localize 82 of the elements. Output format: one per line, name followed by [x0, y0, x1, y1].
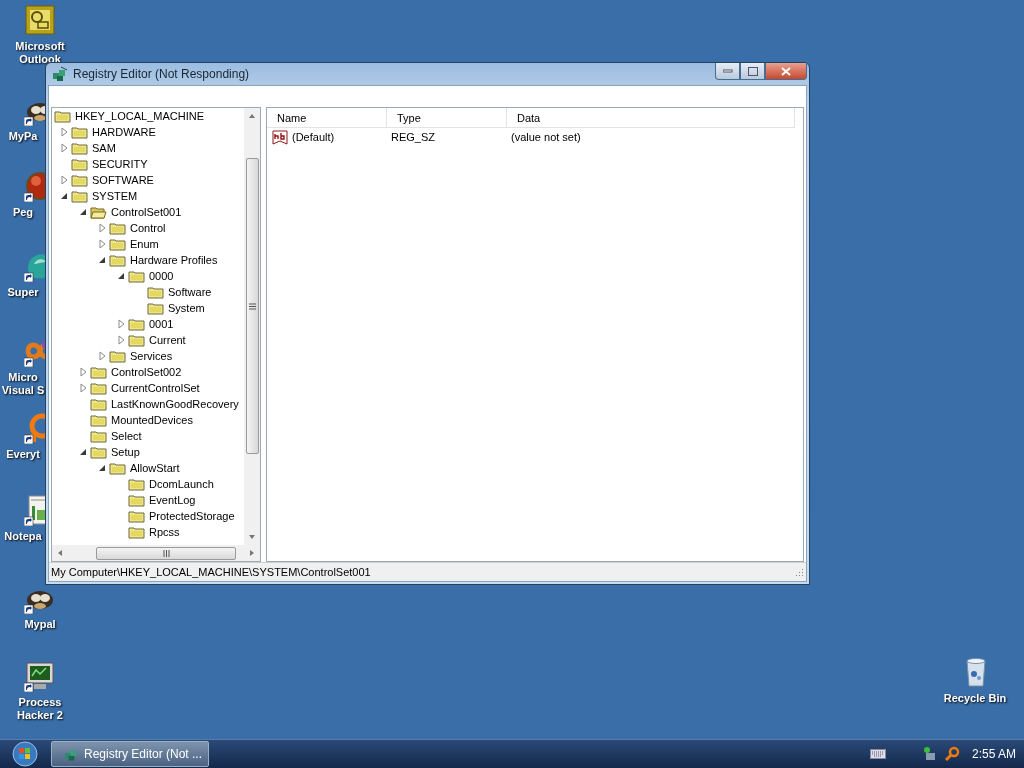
maximize-icon — [747, 66, 758, 76]
tree-item[interactable]: MountedDevices — [109, 414, 195, 426]
horizontal-scrollbar[interactable] — [52, 545, 260, 561]
search-icon[interactable] — [943, 746, 960, 762]
minimize-button[interactable] — [715, 63, 740, 80]
expand-arrow-icon[interactable] — [97, 351, 107, 361]
desktop-icon-label[interactable]: Micro Visual S — [0, 371, 46, 397]
close-button[interactable] — [765, 63, 807, 80]
desktop-icon-label[interactable]: Mypal — [0, 618, 80, 631]
expand-arrow-icon[interactable] — [97, 223, 107, 233]
tree-item[interactable]: HKEY_LOCAL_MACHINE — [73, 110, 206, 122]
clock: 2:55 AM — [971, 747, 1016, 761]
tree-item[interactable]: Rpcss — [147, 526, 182, 538]
collapse-arrow-icon[interactable] — [78, 207, 88, 217]
collapse-arrow-icon[interactable] — [97, 463, 107, 473]
collapse-arrow-icon[interactable] — [59, 191, 69, 201]
collapse-arrow-icon[interactable] — [97, 255, 107, 265]
desktop-icon-label[interactable]: Notepa — [0, 530, 46, 543]
expand-arrow-icon[interactable] — [97, 239, 107, 249]
desktop-icon-label[interactable]: Microsoft Outlook — [0, 40, 80, 66]
tree-item[interactable]: Select — [109, 430, 144, 442]
tree-item[interactable]: Services — [128, 350, 175, 362]
tree-item[interactable]: 0000 — [147, 270, 176, 282]
column-header[interactable]: Name — [267, 108, 387, 127]
tree-item[interactable]: DcomLaunch — [147, 478, 216, 490]
tree-item[interactable]: Setup — [109, 446, 142, 458]
tree-item[interactable]: ProtectedStorage — [147, 510, 237, 522]
tree-item[interactable]: EventLog — [147, 494, 198, 506]
desktop-icon-label[interactable]: Recycle Bin — [935, 692, 1015, 705]
tree-item[interactable]: HARDWARE — [90, 126, 158, 138]
expand-arrow-icon[interactable] — [59, 127, 69, 137]
expand-arrow-icon[interactable] — [78, 383, 88, 393]
ring-shortcut-icon[interactable] — [24, 412, 45, 444]
mail-shortcut-icon[interactable] — [24, 4, 56, 36]
taskbar-button[interactable]: Registry Editor (Not ... — [51, 741, 209, 767]
tree-item[interactable]: Control — [128, 222, 168, 234]
tree-item[interactable]: AllowStart — [128, 462, 182, 474]
expand-arrow-icon[interactable] — [59, 143, 69, 153]
tree-item[interactable]: Enum — [128, 238, 161, 250]
tree-item[interactable]: SECURITY — [90, 158, 150, 170]
status-bar-path: My Computer\HKEY_LOCAL_MACHINE\SYSTEM\ControlSet001 — [51, 566, 372, 578]
tree-item[interactable]: Current — [147, 334, 188, 346]
expand-arrow-icon[interactable] — [78, 367, 88, 377]
value-type: REG_SZ — [390, 131, 436, 143]
vertical-scrollbar[interactable] — [244, 108, 260, 545]
registry-cubes-icon — [52, 66, 68, 82]
value-data: (value not set) — [510, 131, 581, 143]
tree-item[interactable]: LastKnownGoodRecovery — [109, 398, 241, 410]
collapse-arrow-icon[interactable] — [116, 271, 126, 281]
tree-item[interactable]: SAM — [90, 142, 118, 154]
tree-item[interactable]: System — [166, 302, 207, 314]
desktop-icon-label[interactable]: Peg — [0, 206, 46, 219]
desktop-icon-label[interactable]: Everyt — [0, 448, 46, 461]
desktop-icon-label[interactable]: Process Hacker 2 — [0, 696, 80, 722]
maximize-button[interactable] — [740, 63, 765, 80]
column-header[interactable]: Data — [507, 108, 795, 127]
close-icon — [781, 66, 791, 76]
tree-item[interactable]: ControlSet001 — [109, 206, 184, 218]
scroll-thumb[interactable] — [96, 546, 236, 560]
desktop-icon-label[interactable]: Super — [0, 286, 46, 299]
tree-item[interactable]: ControlSet002 — [109, 366, 184, 378]
window-title: Registry Editor (Not Responding) — [73, 67, 250, 81]
tree-item[interactable]: SOFTWARE — [90, 174, 156, 186]
tree-item[interactable]: 0001 — [147, 318, 176, 330]
tree-item[interactable]: SYSTEM — [90, 190, 140, 202]
tree-item[interactable]: Hardware Profiles — [128, 254, 220, 266]
expand-arrow-icon[interactable] — [116, 319, 126, 329]
tree-item[interactable]: CurrentControlSet — [109, 382, 202, 394]
keyboard-icon[interactable] — [869, 749, 886, 759]
tree-item[interactable]: Software — [166, 286, 214, 298]
scroll-thumb[interactable] — [245, 158, 259, 454]
monitor-shortcut-icon[interactable] — [24, 660, 56, 692]
start-button[interactable] — [12, 741, 38, 767]
collapse-arrow-icon[interactable] — [78, 447, 88, 457]
expand-arrow-icon[interactable] — [59, 175, 69, 185]
minimize-icon — [722, 69, 733, 73]
network-icon[interactable] — [921, 746, 938, 762]
string-value-icon — [272, 129, 288, 145]
value-name[interactable]: (Default) — [288, 131, 387, 143]
desktop-icon-label[interactable]: MyPa — [0, 130, 46, 143]
expand-arrow-icon[interactable] — [116, 335, 126, 345]
column-header[interactable]: Type — [387, 108, 507, 127]
